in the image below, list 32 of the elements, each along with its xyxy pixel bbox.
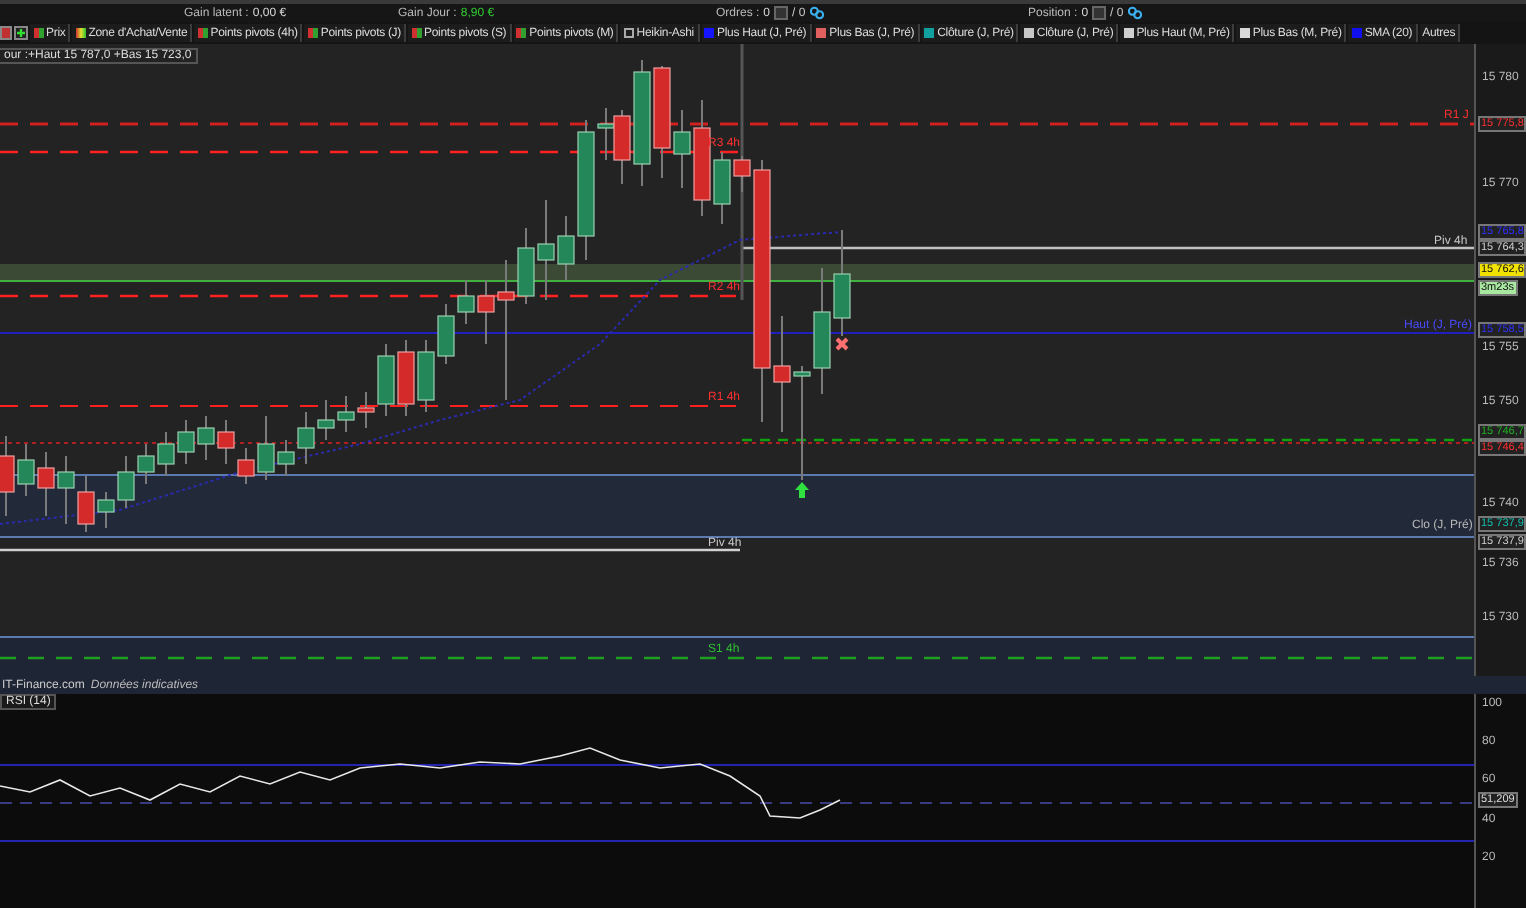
swatch-icon bbox=[33, 28, 43, 38]
candle bbox=[217, 419, 235, 465]
link-icon[interactable] bbox=[1127, 6, 1142, 20]
candle bbox=[117, 455, 135, 509]
candle bbox=[317, 399, 335, 441]
candle bbox=[397, 339, 415, 417]
up-arrow-icon bbox=[795, 482, 809, 498]
candle bbox=[437, 303, 455, 365]
candle bbox=[57, 455, 75, 525]
candle bbox=[813, 267, 831, 395]
add-icon[interactable] bbox=[14, 26, 28, 40]
candle bbox=[833, 229, 851, 337]
candle bbox=[137, 443, 155, 485]
cross-marker-icon bbox=[835, 337, 849, 351]
swatch-icon bbox=[307, 28, 318, 38]
candle bbox=[297, 411, 315, 465]
candle bbox=[197, 415, 215, 461]
link-icon[interactable] bbox=[809, 6, 824, 20]
swatch-icon bbox=[623, 28, 634, 38]
swatch-icon bbox=[197, 28, 208, 38]
candle bbox=[417, 339, 435, 413]
candle bbox=[337, 395, 355, 433]
candle bbox=[37, 451, 55, 517]
details-icon[interactable] bbox=[1092, 6, 1107, 20]
candle bbox=[793, 365, 811, 481]
candle bbox=[157, 431, 175, 477]
swatch-icon bbox=[75, 28, 86, 38]
candle bbox=[653, 65, 671, 179]
details-icon[interactable] bbox=[774, 6, 789, 20]
swatch-icon bbox=[411, 28, 422, 38]
swatch-icon bbox=[516, 28, 527, 38]
candle bbox=[177, 419, 195, 465]
